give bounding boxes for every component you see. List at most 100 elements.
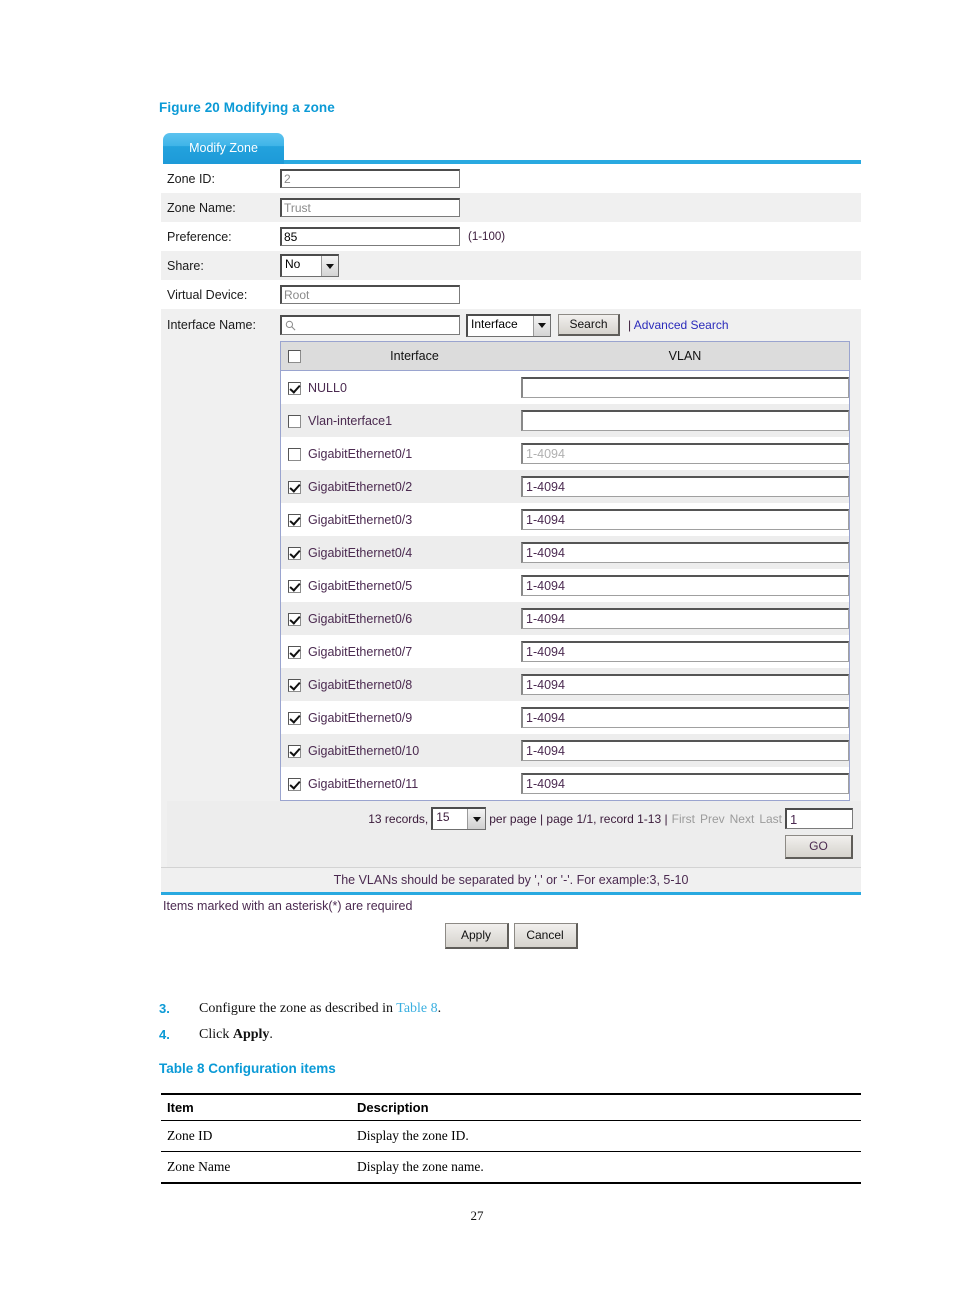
vlan-input[interactable] — [521, 608, 849, 629]
vlan-input[interactable] — [521, 377, 849, 398]
table-8-item-cell: Zone ID — [161, 1120, 351, 1152]
tab-modify-zone[interactable]: Modify Zone — [163, 133, 284, 164]
row-checkbox[interactable] — [288, 447, 301, 461]
preference-input[interactable] — [280, 227, 460, 246]
vlan-cell — [521, 569, 850, 602]
row-checkbox[interactable] — [288, 579, 301, 593]
zone-name-input[interactable] — [280, 198, 460, 217]
step-4-bold: Apply — [232, 1027, 270, 1042]
pager-prev-link[interactable]: Prev — [700, 812, 725, 826]
table-8-description-cell: Display the zone ID. — [351, 1120, 861, 1152]
zone-id-input[interactable] — [280, 169, 460, 188]
vlan-cell — [521, 734, 850, 767]
interface-name-cell: GigabitEthernet0/4 — [308, 536, 521, 569]
per-page-value: 15 — [436, 810, 450, 824]
step-3: 3. Configure the zone as described in Ta… — [159, 1001, 859, 1017]
share-select[interactable]: No — [280, 254, 339, 277]
vlan-cell — [521, 536, 850, 569]
row-checkbox[interactable] — [288, 414, 301, 428]
row-checkbox[interactable] — [288, 546, 301, 560]
vlan-input[interactable] — [521, 641, 849, 662]
select-all-checkbox[interactable] — [288, 350, 301, 364]
row-checkbox[interactable] — [288, 480, 301, 494]
row-select-cell — [280, 767, 308, 801]
interface-name-cell: GigabitEthernet0/2 — [308, 470, 521, 503]
vlan-input[interactable] — [521, 542, 849, 563]
row-select-cell — [280, 503, 308, 536]
row-checkbox[interactable] — [288, 777, 301, 791]
search-scope-select[interactable]: Interface — [466, 313, 551, 337]
screenshot-panel: Modify Zone Zone ID: Zone Name: Preferen… — [161, 133, 861, 949]
pager-next-link[interactable]: Next — [730, 812, 755, 826]
row-select-cell — [280, 602, 308, 635]
row-checkbox[interactable] — [288, 744, 301, 758]
row-checkbox[interactable] — [288, 711, 301, 725]
pager-last-link[interactable]: Last — [759, 812, 782, 826]
search-input-wrap[interactable] — [280, 315, 460, 335]
preference-label: Preference: — [167, 229, 232, 244]
preference-range-hint: (1-100) — [468, 230, 506, 243]
row-checkbox[interactable] — [288, 678, 301, 692]
table-8-column-item: Item — [161, 1093, 351, 1121]
vlan-input[interactable] — [521, 773, 849, 794]
table-row: GigabitEthernet0/8 — [280, 668, 850, 701]
vlan-input[interactable] — [521, 740, 849, 761]
select-all-cell — [280, 341, 308, 371]
advanced-search-link[interactable]: Advanced Search — [634, 318, 729, 332]
row-checkbox[interactable] — [288, 645, 301, 659]
cancel-button[interactable]: Cancel — [513, 923, 578, 949]
page-number-input[interactable] — [785, 808, 853, 829]
table-8-link[interactable]: Table 8 — [396, 1001, 437, 1016]
vlan-input[interactable] — [521, 707, 849, 728]
virtual-device-input[interactable] — [280, 285, 460, 304]
row-select-cell — [280, 734, 308, 767]
row-select-cell — [280, 404, 308, 437]
vlan-input[interactable] — [521, 575, 849, 596]
form-row-zone-name: Zone Name: — [161, 193, 861, 222]
separator: | — [628, 318, 632, 332]
row-select-cell — [280, 437, 308, 470]
row-select-cell — [280, 701, 308, 734]
apply-button[interactable]: Apply — [444, 923, 509, 949]
interface-name-cell: GigabitEthernet0/11 — [308, 767, 521, 801]
advanced-search-area: | Advanced Search — [628, 318, 729, 332]
table-row: Vlan-interface1 — [280, 404, 850, 437]
vlan-input[interactable] — [521, 410, 849, 431]
vlan-cell — [521, 767, 850, 801]
records-count-text: 13 records, — [368, 811, 429, 826]
go-button-line: GO — [167, 835, 857, 859]
pager-first-link[interactable]: First — [672, 812, 695, 826]
form-row-interface-name: Interface Name: Interface Search | Advan… — [161, 309, 861, 341]
search-scope-value: Interface — [471, 316, 518, 331]
interface-table: Interface VLAN NULL0 Vlan-interface1 Gigab… — [280, 341, 850, 801]
row-checkbox[interactable] — [288, 381, 301, 395]
step-3-pre: Configure the zone as described in — [199, 1001, 397, 1016]
vlan-input[interactable] — [521, 674, 849, 695]
table-row: GigabitEthernet0/10 — [280, 734, 850, 767]
table-8-row: Zone Name Display the zone name. — [161, 1151, 861, 1184]
search-button[interactable]: Search — [558, 314, 620, 336]
row-select-cell — [280, 635, 308, 668]
form-row-share: Share: No — [161, 251, 861, 280]
search-icon — [285, 320, 296, 331]
form-row-preference: Preference: (1-100) — [161, 222, 861, 251]
table-8-row: Zone ID Display the zone ID. — [161, 1120, 861, 1152]
vlan-cell — [521, 503, 850, 536]
vlan-cell — [521, 370, 850, 404]
row-checkbox[interactable] — [288, 612, 301, 626]
vlan-input[interactable] — [521, 509, 849, 530]
page-number: 27 — [470, 1208, 484, 1223]
per-page-select[interactable]: 15 — [431, 807, 487, 830]
table-row: GigabitEthernet0/2 — [280, 470, 850, 503]
share-select-value: No — [285, 257, 301, 271]
vlan-input[interactable] — [521, 443, 849, 464]
column-header-vlan: VLAN — [521, 341, 850, 371]
interface-name-cell: NULL0 — [308, 370, 521, 404]
chevron-down-icon — [533, 315, 550, 336]
table-header-row: Interface VLAN — [280, 341, 850, 371]
row-checkbox[interactable] — [288, 513, 301, 527]
go-button[interactable]: GO — [785, 835, 853, 859]
form-panel: Zone ID: Zone Name: Preference: (1-100) … — [161, 164, 861, 949]
page-summary-text: per page | page 1/1, record 1-13 | — [489, 811, 668, 826]
vlan-input[interactable] — [521, 476, 849, 497]
